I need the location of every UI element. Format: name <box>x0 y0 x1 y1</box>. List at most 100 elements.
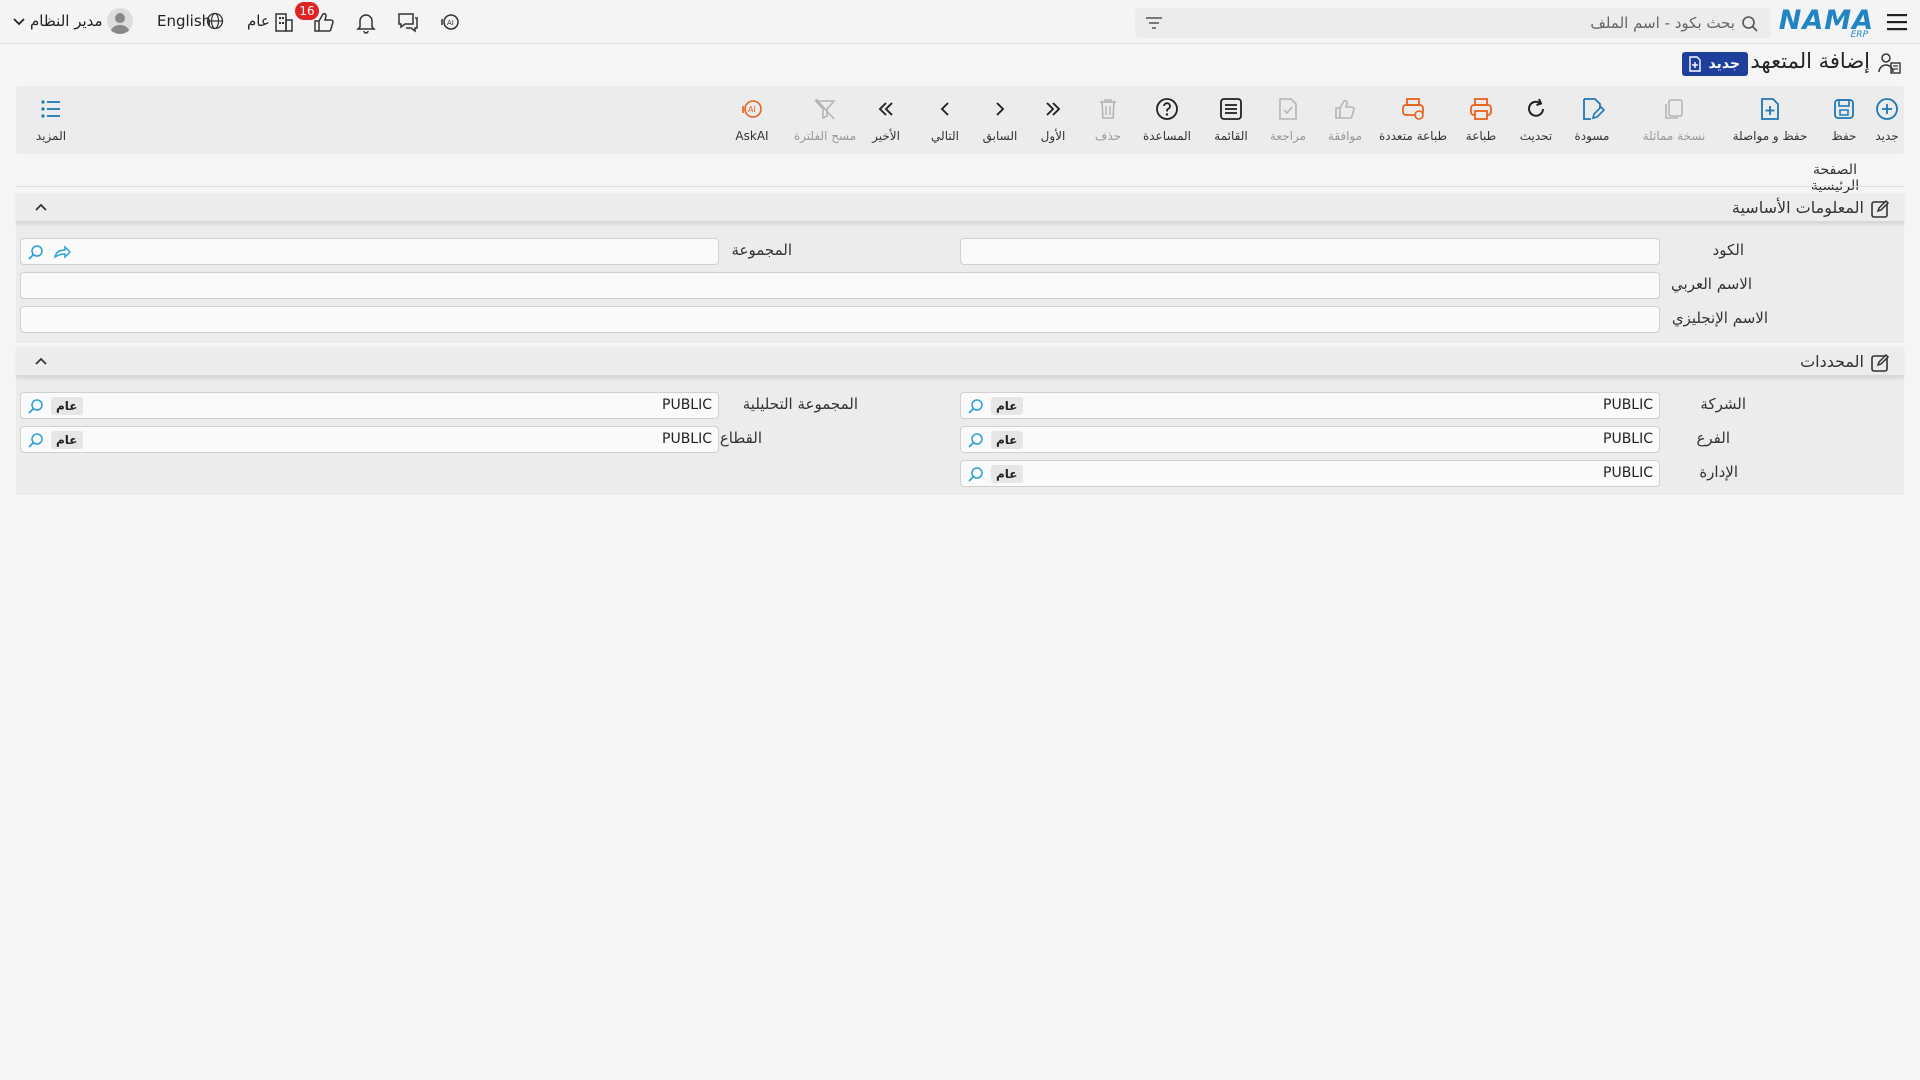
company-field[interactable]: PUBLIC عام <box>960 392 1660 419</box>
search-input[interactable]: بحث بكود - اسم الملف <box>1590 14 1735 32</box>
arabic-name-label: الاسم العربي <box>1671 275 1752 293</box>
department-label: الإدارة <box>1699 463 1738 481</box>
file-check-icon <box>1279 98 1297 120</box>
save-icon <box>1834 99 1854 119</box>
sector-field[interactable]: PUBLIC عام <box>20 426 719 453</box>
english-name-field[interactable] <box>20 306 1660 333</box>
global-search-box[interactable]: بحث بكود - اسم الملف <box>1135 8 1771 38</box>
user-menu[interactable]: مدير النظام <box>30 12 103 30</box>
branch-field[interactable]: PUBLIC عام <box>960 426 1660 453</box>
department-field[interactable]: PUBLIC عام <box>960 460 1660 487</box>
english-name-label: الاسم الإنجليزي <box>1671 309 1768 327</box>
new-document-icon <box>1689 56 1702 72</box>
svg-text:AI: AI <box>748 105 756 114</box>
multi-print-button[interactable]: طباعة متعددة <box>1370 96 1456 144</box>
chevrons-left-icon <box>878 102 893 116</box>
analytic-group-chip: عام <box>51 397 83 415</box>
lookup-search-icon[interactable] <box>27 397 45 415</box>
determinants-header[interactable]: المحددات <box>16 347 1904 377</box>
list-more-icon <box>41 100 60 118</box>
askai-button[interactable]: AI AskAI <box>717 96 787 144</box>
code-field[interactable] <box>960 238 1660 265</box>
menu-icon[interactable] <box>1885 11 1909 33</box>
file-plus-icon <box>1761 98 1779 120</box>
page-title-icon <box>1876 50 1902 76</box>
draft-button-label: مسودة <box>1574 129 1610 143</box>
avatar[interactable] <box>107 8 133 34</box>
last-button-label: الأخير <box>872 129 900 143</box>
company-value: PUBLIC <box>1603 397 1653 413</box>
save-continue-button[interactable]: حفظ و مواصلة <box>1720 96 1820 144</box>
language-switch[interactable]: English <box>157 12 211 30</box>
print-button[interactable]: طباعة <box>1446 96 1516 144</box>
department-value: PUBLIC <box>1603 465 1653 481</box>
edit-icon <box>1871 199 1890 218</box>
filter-icon[interactable] <box>1145 15 1163 31</box>
app-logo[interactable]: NAMA ERP <box>1779 5 1874 40</box>
print-button-label: طباعة <box>1465 129 1497 143</box>
scope-label[interactable]: عام <box>247 12 270 30</box>
chevron-left-icon <box>940 102 949 116</box>
chevron-right-icon <box>996 102 1005 116</box>
lookup-search-icon[interactable] <box>27 431 45 449</box>
first-button-label: الأول <box>1040 129 1066 143</box>
chat-icon[interactable] <box>396 10 420 34</box>
save-continue-button-label: حفظ و مواصلة <box>1732 129 1808 143</box>
status-badge-label: جديد <box>1708 56 1740 72</box>
sector-value: PUBLIC <box>662 431 712 447</box>
clear-filter-button-label: مسح الفلترة <box>793 129 857 143</box>
more-button[interactable]: المزيد <box>16 96 86 144</box>
chevrons-right-icon <box>1046 102 1061 116</box>
arabic-name-field[interactable] <box>20 272 1660 299</box>
clear-filter-icon <box>814 98 836 120</box>
delete-button-label: حذف <box>1094 129 1122 143</box>
thumbs-up-icon <box>1335 99 1355 119</box>
branch-label: الفرع <box>1696 429 1730 447</box>
list-icon <box>1220 98 1242 120</box>
review-button-label: مراجعة <box>1269 129 1307 143</box>
page-title: إضافة المتعهد <box>1750 49 1870 73</box>
more-button-label: المزيد <box>35 129 67 143</box>
save-button-label: حفظ <box>1831 129 1857 143</box>
lookup-search-icon[interactable] <box>967 397 985 415</box>
analytic-group-label: المجموعة التحليلية <box>742 395 858 413</box>
lookup-search-icon[interactable] <box>967 431 985 449</box>
basic-info-section: المعلومات الأساسية الكود المجموعة الاسم … <box>16 193 1904 343</box>
duplicate-button[interactable]: نسخة مماثلة <box>1629 96 1719 144</box>
list-button[interactable]: القائمة <box>1196 96 1266 144</box>
building-icon[interactable] <box>272 10 296 34</box>
askai-button-label: AskAI <box>735 129 769 143</box>
search-icon <box>1742 16 1758 32</box>
toolbar: جديد حفظ حفظ و مواصلة نسخة مماثلة مسودة … <box>16 86 1904 154</box>
bell-icon[interactable] <box>354 10 378 34</box>
basic-info-title: المعلومات الأساسية <box>1731 198 1864 217</box>
ai-assistant-icon[interactable]: AI <box>438 10 462 34</box>
previous-button-label: السابق <box>982 129 1018 143</box>
copy-icon <box>1665 99 1683 119</box>
printer-icon <box>1470 98 1492 120</box>
determinants-section: المحددات الشركة PUBLIC عام المجموعة التح… <box>16 347 1904 495</box>
multi-print-button-label: طباعة متعددة <box>1378 129 1447 143</box>
branch-chip: عام <box>991 431 1023 449</box>
lookup-search-icon[interactable] <box>967 465 985 483</box>
chevron-down-icon[interactable] <box>12 17 26 27</box>
multi-printer-icon <box>1402 98 1424 120</box>
analytic-group-field[interactable]: PUBLIC عام <box>20 392 719 419</box>
chevron-up-icon[interactable] <box>34 202 48 212</box>
share-icon[interactable] <box>53 244 71 260</box>
top-bar: NAMA ERP بحث بكود - اسم الملف AI 16 عام … <box>0 0 1920 44</box>
lookup-search-icon[interactable] <box>27 243 45 261</box>
determinants-title: المحددات <box>1800 352 1864 371</box>
sector-label: القطاع <box>719 429 762 447</box>
refresh-button-label: تحديث <box>1519 129 1553 143</box>
sector-chip: عام <box>51 431 83 449</box>
edit-file-icon <box>1583 98 1605 120</box>
chevron-up-icon[interactable] <box>34 356 48 366</box>
basic-info-header[interactable]: المعلومات الأساسية <box>16 193 1904 223</box>
company-chip: عام <box>991 397 1023 415</box>
logo-subtext: ERP <box>1850 30 1868 40</box>
group-field[interactable] <box>20 238 719 265</box>
department-chip: عام <box>991 465 1023 483</box>
notification-count-badge: 16 <box>295 2 319 20</box>
clear-filter-button[interactable]: مسح الفلترة <box>785 96 865 144</box>
